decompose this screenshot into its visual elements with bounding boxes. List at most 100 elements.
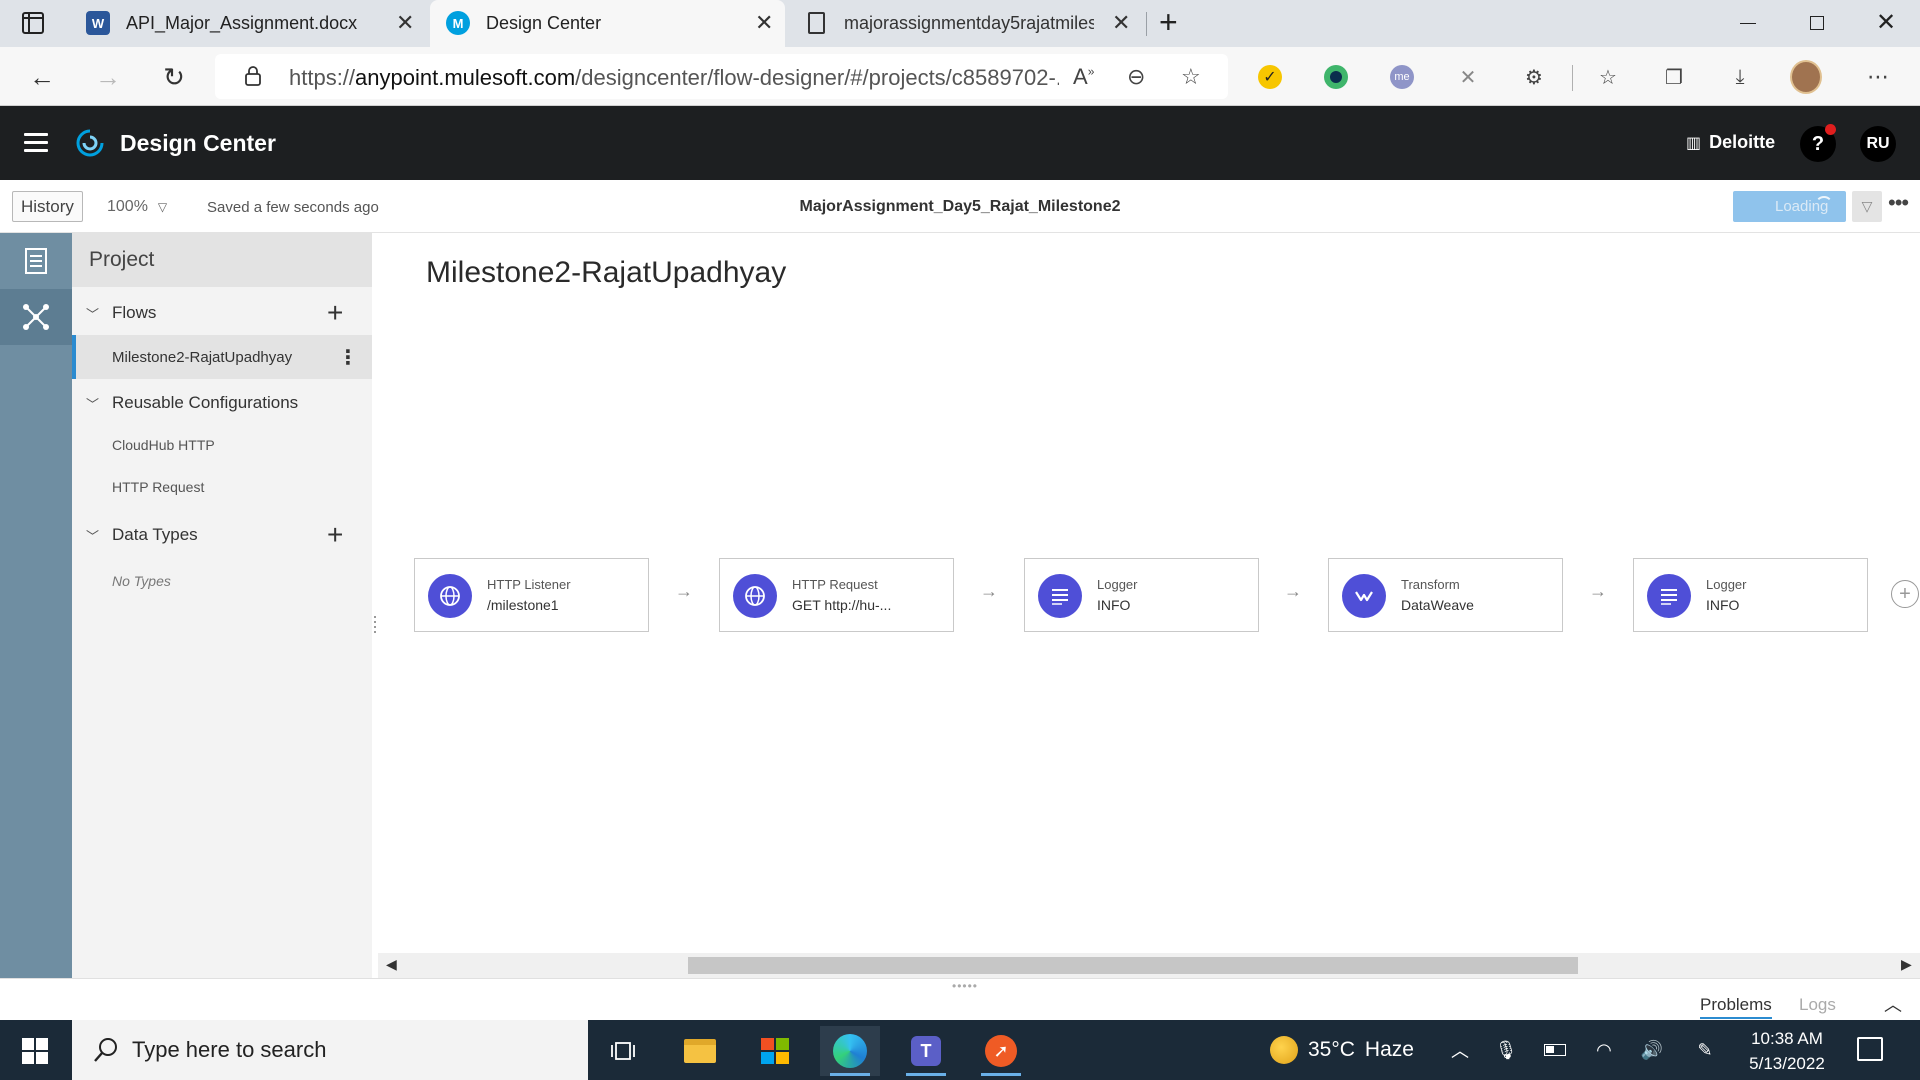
node-type: HTTP Listener	[487, 577, 571, 592]
log-icon	[1038, 574, 1082, 618]
chevron-up-icon[interactable]: ︿	[1884, 991, 1902, 1017]
battery-icon[interactable]	[1543, 1038, 1567, 1062]
volume-icon[interactable]: 🔊	[1640, 1038, 1664, 1062]
chevron-down-icon[interactable]: ﹀	[86, 526, 99, 545]
notification-center-icon[interactable]	[1857, 1037, 1883, 1061]
add-component-button[interactable]: +	[1891, 580, 1919, 608]
editor-toolbar: History 100% ▽ Saved a few seconds ago M…	[0, 180, 1920, 233]
tab-word-doc[interactable]: W API_Major_Assignment.docx ✕	[70, 0, 425, 47]
tab-doc-milestone[interactable]: majorassignmentday5rajatmilest ✕	[790, 0, 1145, 47]
downloads-icon[interactable]: ⤓	[1724, 61, 1756, 93]
configs-label: Reusable Configurations	[112, 393, 299, 412]
node-detail: /milestone1	[487, 597, 559, 613]
lock-icon[interactable]	[245, 66, 261, 86]
browser-menu-icon[interactable]: ⋯	[1862, 61, 1894, 93]
tab-title: majorassignmentday5rajatmilest	[844, 13, 1094, 33]
chevron-down-icon[interactable]: ﹀	[86, 394, 99, 413]
tab-logs[interactable]: Logs	[1799, 995, 1836, 1015]
chevron-down-icon[interactable]: ▽	[1852, 191, 1882, 222]
chevron-up-icon[interactable]: ︿	[1448, 1038, 1472, 1062]
user-avatar[interactable]: RU	[1860, 126, 1896, 162]
x-extension-icon[interactable]: ✕	[1452, 61, 1484, 93]
collections-icon[interactable]: ❐	[1658, 61, 1690, 93]
back-button[interactable]: ←	[24, 59, 60, 95]
design-center-logo	[76, 129, 104, 157]
sun-haze-icon	[1270, 1036, 1298, 1064]
close-window-button[interactable]: ✕	[1876, 8, 1896, 37]
read-aloud-icon[interactable]: A»	[1073, 64, 1094, 90]
task-view-icon[interactable]	[594, 1026, 654, 1076]
node-detail: GET http://hu-...	[792, 597, 892, 613]
edge-browser-icon[interactable]	[820, 1026, 880, 1076]
flow-node-http-request[interactable]: HTTP Request GET http://hu-...	[719, 558, 954, 632]
wifi-icon[interactable]: ◠	[1592, 1038, 1616, 1062]
resize-grip[interactable]: •••••	[952, 979, 978, 993]
scroll-left-icon[interactable]: ◀	[386, 956, 397, 973]
close-icon[interactable]: ✕	[396, 10, 414, 36]
add-type-button[interactable]: +	[327, 519, 343, 551]
tab-actions-icon[interactable]	[22, 12, 44, 34]
favorites-icon[interactable]: ☆	[1592, 61, 1624, 93]
close-icon[interactable]: ✕	[755, 10, 773, 36]
org-switcher[interactable]: ▥ Deloitte	[1686, 132, 1775, 153]
postman-icon[interactable]: ➚	[971, 1026, 1031, 1076]
flow-node-logger[interactable]: Logger INFO	[1633, 558, 1868, 632]
menu-icon[interactable]	[24, 133, 48, 153]
types-section-header[interactable]: ﹀ Data Types +	[72, 515, 372, 555]
deploy-loading-button[interactable]: Loading	[1733, 191, 1846, 222]
add-flow-button[interactable]: +	[327, 297, 343, 329]
windows-start-icon[interactable]	[22, 1038, 48, 1064]
norton-extension-icon[interactable]: ✓	[1254, 61, 1286, 93]
tab-problems[interactable]: Problems	[1700, 995, 1772, 1019]
types-label: Data Types	[112, 525, 198, 544]
me-extension-icon[interactable]: me	[1386, 61, 1418, 93]
flow-item[interactable]: Milestone2-RajatUpadhyay ⋮	[72, 335, 372, 379]
horizontal-scrollbar[interactable]: ◀ ▶	[378, 953, 1920, 978]
scrollbar-thumb[interactable]	[688, 957, 1578, 974]
teams-icon[interactable]: T	[896, 1026, 956, 1076]
project-title: MajorAssignment_Day5_Rajat_Milestone2	[799, 198, 1121, 215]
config-item[interactable]: CloudHub HTTP	[112, 437, 215, 453]
weather-widget[interactable]: 35°C Haze	[1270, 1036, 1414, 1064]
configs-section-header[interactable]: ﹀ Reusable Configurations	[72, 383, 372, 423]
scroll-right-icon[interactable]: ▶	[1901, 956, 1912, 973]
new-tab-button[interactable]: +	[1159, 4, 1178, 41]
taskbar-search[interactable]: Type here to search	[72, 1020, 588, 1080]
zoom-out-icon[interactable]: ⊖	[1127, 64, 1145, 90]
flow-node-http-listener[interactable]: HTTP Listener /milestone1	[414, 558, 649, 632]
config-item[interactable]: HTTP Request	[112, 479, 204, 495]
file-explorer-icon[interactable]	[670, 1026, 730, 1076]
zoom-value: 100%	[107, 198, 148, 215]
more-options-icon[interactable]: •••	[1888, 190, 1909, 216]
history-button[interactable]: History	[12, 191, 83, 222]
flow-node-logger[interactable]: Logger INFO	[1024, 558, 1259, 632]
extensions-icon[interactable]: ⚙	[1518, 61, 1550, 93]
close-icon[interactable]: ✕	[1112, 10, 1130, 36]
panel-heading: Project	[72, 233, 372, 287]
node-detail: INFO	[1097, 597, 1131, 613]
chevron-down-icon[interactable]: ﹀	[86, 304, 99, 323]
add-favorite-icon[interactable]: ☆	[1181, 64, 1201, 90]
minimize-button[interactable]	[1740, 23, 1756, 24]
zoom-select[interactable]: 100% ▽	[107, 198, 167, 216]
url-text[interactable]: https://anypoint.mulesoft.com/designcent…	[289, 65, 1059, 91]
profile-avatar[interactable]	[1790, 60, 1822, 94]
flows-section-header[interactable]: ﹀ Flows +	[72, 293, 372, 333]
restore-button[interactable]	[1810, 16, 1824, 30]
project-panel: Project ﹀ Flows + Milestone2-RajatUpadhy…	[72, 233, 372, 978]
forward-button[interactable]: →	[90, 59, 126, 95]
flow-name: Milestone2-RajatUpadhyay	[112, 348, 293, 366]
rail-project-files[interactable]	[0, 233, 72, 289]
quillbot-extension-icon[interactable]	[1320, 61, 1352, 93]
microphone-icon[interactable]: 🎙	[1494, 1038, 1518, 1062]
rail-flows[interactable]	[0, 289, 72, 345]
tab-design-center[interactable]: M Design Center ✕	[430, 0, 785, 47]
address-bar[interactable]: https://anypoint.mulesoft.com/designcent…	[215, 54, 1228, 99]
system-clock[interactable]: 10:38 AM 5/13/2022	[1732, 1026, 1842, 1076]
pen-icon[interactable]: ✎	[1693, 1038, 1717, 1062]
kebab-menu-icon[interactable]: ⋮	[338, 345, 358, 370]
reload-button[interactable]: ↻	[156, 59, 192, 95]
flow-node-transform[interactable]: Transform DataWeave	[1328, 558, 1563, 632]
bottom-panel-bar: ••••• Problems Logs ︿	[0, 978, 1920, 1020]
microsoft-store-icon[interactable]	[745, 1026, 805, 1076]
